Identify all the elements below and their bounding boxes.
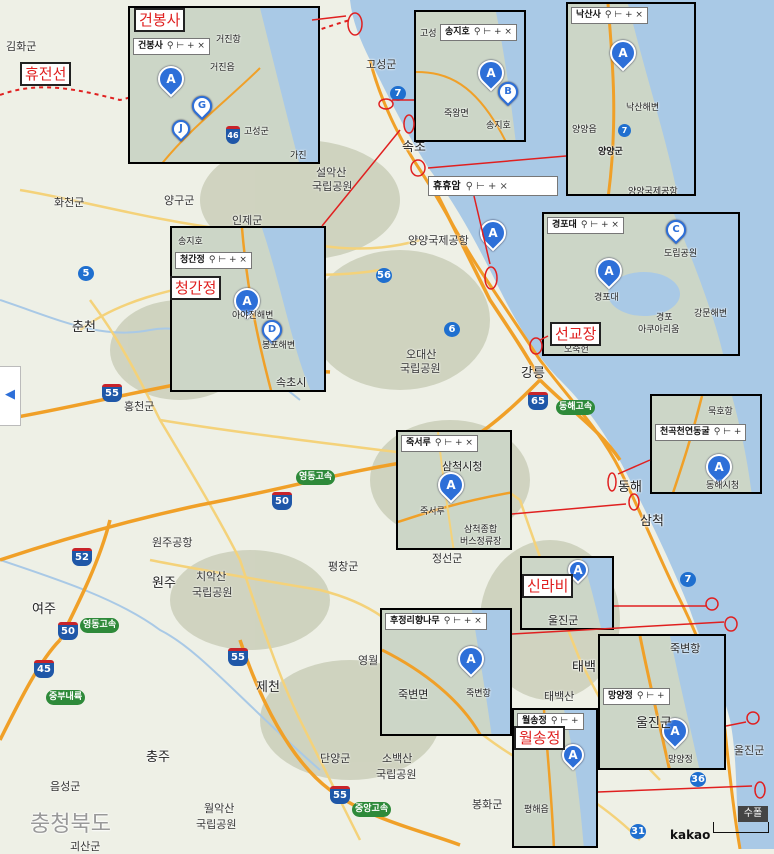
annotation-overlay (311, 12, 766, 799)
kakao-attribution: kakao (670, 828, 711, 842)
sidebar-toggle[interactable]: ◀ (0, 366, 21, 426)
chevron-left-icon: ◀ (5, 387, 15, 402)
water-layer-button[interactable]: 수폴 (738, 806, 768, 822)
scale-bar (713, 822, 769, 833)
